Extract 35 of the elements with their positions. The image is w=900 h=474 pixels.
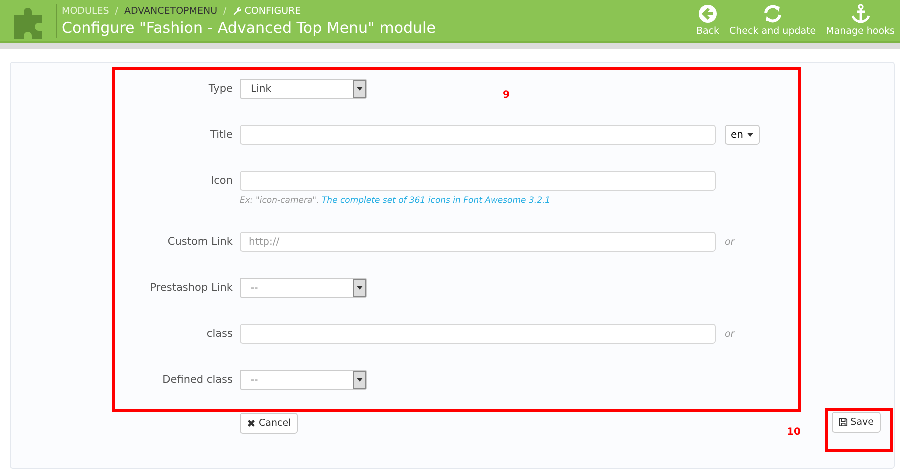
- cancel-button[interactable]: Cancel: [240, 413, 298, 434]
- breadcrumb-item[interactable]: ADVANCETOPMENU: [124, 6, 218, 16]
- field-label: Defined class: [162, 373, 234, 388]
- close-icon: [247, 419, 256, 428]
- dropdown-arrow-icon: [356, 378, 362, 382]
- text-field[interactable]: [240, 125, 716, 145]
- annotation-number: 9: [503, 90, 510, 101]
- language-dropdown[interactable]: en: [725, 125, 760, 145]
- dropdown-arrow-icon: [356, 286, 362, 290]
- refresh-icon: [762, 4, 783, 24]
- field-label: Icon: [210, 174, 234, 189]
- dropdown-arrow-icon: [356, 87, 362, 91]
- field-label: class: [206, 327, 234, 342]
- save-button[interactable]: Save: [832, 412, 881, 433]
- select-field[interactable]: Link: [240, 79, 367, 99]
- field-label: Custom Link: [166, 235, 234, 250]
- or-text: or: [725, 236, 735, 248]
- field-label: Prestashop Link: [149, 281, 234, 296]
- text-field[interactable]: [240, 171, 716, 191]
- caret-icon: [746, 133, 754, 137]
- annotation-number: 10: [787, 427, 801, 438]
- highlight-frame: [825, 408, 893, 452]
- select-field[interactable]: --: [240, 278, 367, 298]
- breadcrumb-separator: /: [224, 6, 227, 16]
- help-text: Ex: "icon-camera". The complete set of 361 icons in Font Awesome 3.2.1: [240, 196, 552, 206]
- breadcrumb-separator: /: [115, 6, 118, 16]
- field-label: Type: [208, 82, 234, 97]
- text-field[interactable]: http://: [240, 232, 716, 252]
- text-field[interactable]: [240, 324, 716, 344]
- wrench-icon: [232, 6, 242, 16]
- anchor-icon: [850, 4, 871, 24]
- field-label: Title: [209, 128, 234, 143]
- or-text: or: [725, 328, 735, 340]
- select-field[interactable]: --: [240, 370, 367, 390]
- page-title: Configure "Fashion - Advanced Top Menu" module: [62, 18, 436, 36]
